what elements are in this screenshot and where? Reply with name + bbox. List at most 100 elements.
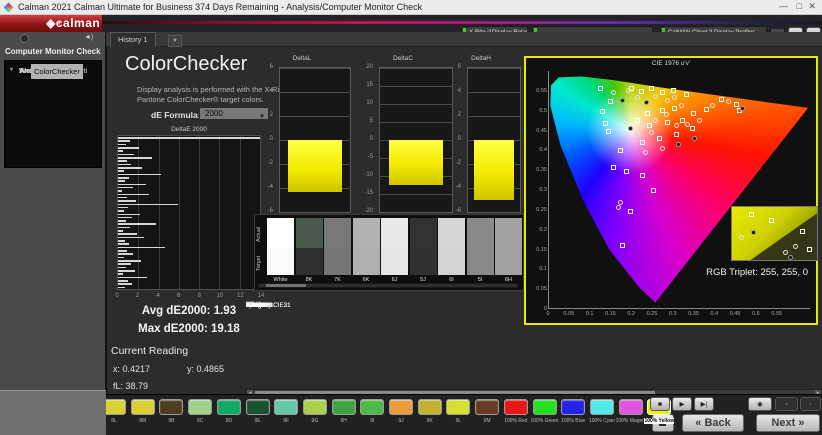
histogram-bar xyxy=(118,137,260,139)
swatch-100-blue[interactable] xyxy=(561,399,585,415)
swatch-9e[interactable] xyxy=(246,399,270,415)
swatch-label: 9L xyxy=(443,418,473,424)
cie-target-square xyxy=(684,92,689,97)
patch-actual-swatch xyxy=(410,218,437,248)
histogram-bar xyxy=(118,247,165,249)
histogram-bar xyxy=(118,157,152,159)
tree-item-label: ColorChecker xyxy=(31,64,83,79)
back-button[interactable]: « Back xyxy=(682,414,744,432)
tab-history-1[interactable]: History 1 xyxy=(110,32,156,47)
camera-button[interactable]: ◉ xyxy=(748,397,772,411)
swatch-8m[interactable] xyxy=(131,399,155,415)
current-reading-y: y: 0.4865 xyxy=(187,364,224,374)
chart-gridline xyxy=(468,92,520,93)
histogram-bar xyxy=(118,263,131,265)
delta-c-axis: 20151050-5-10-15-20 xyxy=(353,67,375,211)
swatch-label: 9J xyxy=(386,418,416,424)
cie-title: CIE 1976 u'v' xyxy=(526,60,816,67)
cie-x-tick-label: 0.2 xyxy=(627,311,635,317)
histogram-bar xyxy=(118,217,132,219)
cie-x-tick-label: 0.05 xyxy=(563,311,574,317)
swatch-100-red[interactable] xyxy=(504,399,528,415)
swatch-9l[interactable] xyxy=(446,399,470,415)
session-indicator-icon[interactable] xyxy=(20,34,29,43)
cie-target-square xyxy=(640,140,645,145)
maximize-button[interactable]: □ xyxy=(797,1,802,11)
chart-gridline xyxy=(280,116,350,117)
swatch-9m[interactable] xyxy=(475,399,499,415)
cie-target-square xyxy=(671,88,676,93)
histogram-gridline xyxy=(199,136,200,289)
back-label: Back xyxy=(704,417,730,429)
play-button[interactable]: ▶ xyxy=(672,397,692,411)
patch-actual-swatch xyxy=(353,218,380,248)
cie-diagram-panel[interactable]: CIE 1976 u'v' 00.050.10.150.20.250.30.35… xyxy=(524,56,818,325)
cie-target-square xyxy=(690,126,695,131)
swatch-9k[interactable] xyxy=(418,399,442,415)
swatch-label: 100% Cyan xyxy=(587,418,617,424)
cie-target-square xyxy=(665,120,670,125)
patch-target-swatch xyxy=(353,248,380,275)
pattern-swatch-bar: « Back Next » 8L8M9B9C9D9E9F9G9H9I9J9K9L… xyxy=(106,394,822,435)
swatch-8l[interactable] xyxy=(106,399,126,415)
cie-target-square xyxy=(657,136,662,141)
window-titlebar: Calman 2021 Calman Ultimate for Business… xyxy=(0,0,822,15)
chart-gridline xyxy=(468,212,520,213)
sidebar: ◄) Computer Monitor Check ▾WelcomeWelcom… xyxy=(0,32,106,390)
swatch-9f[interactable] xyxy=(274,399,298,415)
speaker-icon[interactable]: ◄) xyxy=(84,34,93,41)
swatch-9d[interactable] xyxy=(217,399,241,415)
cie-target-square xyxy=(647,123,652,128)
swatch-label: 9I xyxy=(357,418,387,424)
histogram-bar xyxy=(118,223,156,225)
delta-bar xyxy=(474,140,514,200)
cie-target-square xyxy=(603,121,608,126)
patch-target-swatch xyxy=(467,248,494,275)
axis-tick-label: 2 xyxy=(458,112,461,118)
histogram-bar xyxy=(118,194,149,196)
histogram-bar xyxy=(118,204,178,206)
swatch-9g[interactable] xyxy=(303,399,327,415)
delta-h-plot xyxy=(467,67,521,213)
close-button[interactable]: ✕ xyxy=(808,1,816,12)
patch-scrollbar[interactable] xyxy=(258,283,518,288)
histogram-gridline xyxy=(138,136,139,289)
histogram-bar xyxy=(118,210,124,212)
histogram-bar xyxy=(118,214,140,216)
swatch-9i[interactable] xyxy=(360,399,384,415)
swatch-100-green[interactable] xyxy=(533,399,557,415)
histogram-tick-label: 2 xyxy=(136,293,139,299)
histogram-tick-label: 0 xyxy=(115,293,118,299)
cie-x-tick-label: 0 xyxy=(546,311,549,317)
sidebar-item-colorchecker[interactable]: ColorChecker xyxy=(5,64,31,77)
swatch-9b[interactable] xyxy=(159,399,183,415)
patch-scrollbar-thumb[interactable] xyxy=(266,284,306,287)
next-button[interactable]: Next » xyxy=(756,414,820,432)
histogram-bar xyxy=(118,160,127,162)
swatch-9h[interactable] xyxy=(332,399,356,415)
cie-measured-point xyxy=(660,146,665,151)
swatch-9j[interactable] xyxy=(389,399,413,415)
cie-y-axis: 00.050.10.150.20.250.30.350.40.450.50.55 xyxy=(527,71,547,309)
swatch-100-magenta[interactable] xyxy=(619,399,643,415)
histogram-bar xyxy=(118,150,123,152)
step-forward-button[interactable]: ▶| xyxy=(694,397,714,411)
swatch-9c[interactable] xyxy=(188,399,212,415)
swatch-label: 9E xyxy=(243,418,273,424)
swatch-label: 9D xyxy=(214,418,244,424)
stop-button[interactable]: ■ xyxy=(650,397,670,411)
chart-gridline xyxy=(280,212,350,213)
window-title: Calman 2021 Calman Ultimate for Business… xyxy=(18,2,422,12)
swatch-label: 100% Yellow xyxy=(644,418,674,424)
cie-target-square xyxy=(651,188,656,193)
cie-x-tick-label: 0.25 xyxy=(647,311,658,317)
histogram-tick-label: 6 xyxy=(177,293,180,299)
histogram-bar xyxy=(118,230,123,232)
swatch-100-cyan[interactable] xyxy=(590,399,614,415)
tab-overflow-button[interactable]: ▼ xyxy=(168,35,182,47)
cie-target-square xyxy=(624,169,629,174)
minimize-button[interactable]: — xyxy=(779,1,788,11)
cie-measured-point xyxy=(664,112,669,117)
calman-logo-button[interactable]: ◈calman ▼ xyxy=(0,15,102,32)
histogram-bar xyxy=(118,170,124,172)
